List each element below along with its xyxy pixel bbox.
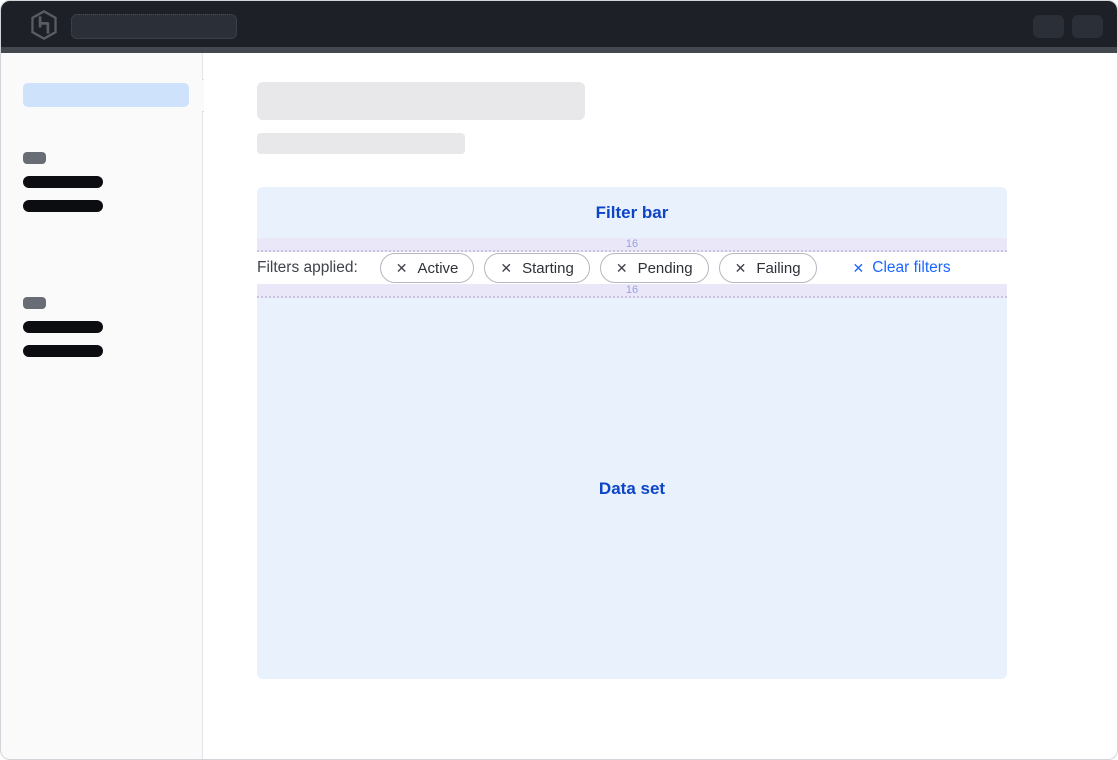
filter-pill-label: Pending <box>638 260 693 277</box>
hashicorp-logo-icon <box>30 10 58 40</box>
filter-pattern-figure: Filter bar 16 Filters applied: ✕ Active … <box>257 187 1007 679</box>
sidebar <box>1 53 203 759</box>
sidebar-section-label-2 <box>23 297 46 309</box>
spacing-value: 16 <box>626 239 638 250</box>
sidebar-nav-item[interactable] <box>23 345 103 357</box>
dismiss-x-icon[interactable]: ✕ <box>396 260 408 277</box>
spacing-value: 16 <box>626 285 638 296</box>
filters-applied-label: Filters applied: <box>257 259 358 277</box>
clear-filters-link[interactable]: ✕ Clear filters <box>853 259 951 277</box>
header-action-button-2[interactable] <box>1072 15 1103 38</box>
data-set-region-label: Data set <box>599 479 665 499</box>
filter-pill-label: Starting <box>522 260 574 277</box>
filter-pill-label: Active <box>418 260 459 277</box>
dismiss-x-icon[interactable]: ✕ <box>735 260 747 277</box>
applied-filters-row: Filters applied: ✕ Active ✕ Starting ✕ P… <box>257 252 1007 284</box>
filter-bar-region: Filter bar <box>257 187 1007 238</box>
spacing-annotation-top: 16 <box>257 238 1007 252</box>
main-content: Filter bar 16 Filters applied: ✕ Active … <box>204 53 1117 759</box>
filter-pill-failing[interactable]: ✕ Failing <box>719 253 817 283</box>
spacing-annotation-bottom: 16 <box>257 284 1007 298</box>
sidebar-selected-item[interactable] <box>23 83 189 107</box>
filter-pill-label: Failing <box>756 260 800 277</box>
header-action-button-1[interactable] <box>1033 15 1064 38</box>
filter-pill-starting[interactable]: ✕ Starting <box>484 253 589 283</box>
page-title-placeholder <box>257 82 585 120</box>
sidebar-nav-item[interactable] <box>23 200 103 212</box>
filter-pill-pending[interactable]: ✕ Pending <box>600 253 709 283</box>
top-nav-bar <box>1 1 1117 47</box>
clear-filters-label: Clear filters <box>872 259 950 277</box>
filter-pill-active[interactable]: ✕ Active <box>380 253 475 283</box>
page-subtitle-placeholder <box>257 133 465 154</box>
sidebar-nav-item[interactable] <box>23 321 103 333</box>
x-icon: ✕ <box>853 260 865 277</box>
sidebar-nav-item[interactable] <box>23 176 103 188</box>
data-set-region: Data set <box>257 298 1007 679</box>
dismiss-x-icon[interactable]: ✕ <box>500 260 512 277</box>
app-window: Filter bar 16 Filters applied: ✕ Active … <box>0 0 1118 760</box>
nav-search-placeholder <box>71 14 237 39</box>
filter-bar-region-label: Filter bar <box>596 203 669 223</box>
dismiss-x-icon[interactable]: ✕ <box>616 260 628 277</box>
sidebar-section-label-1 <box>23 152 46 164</box>
